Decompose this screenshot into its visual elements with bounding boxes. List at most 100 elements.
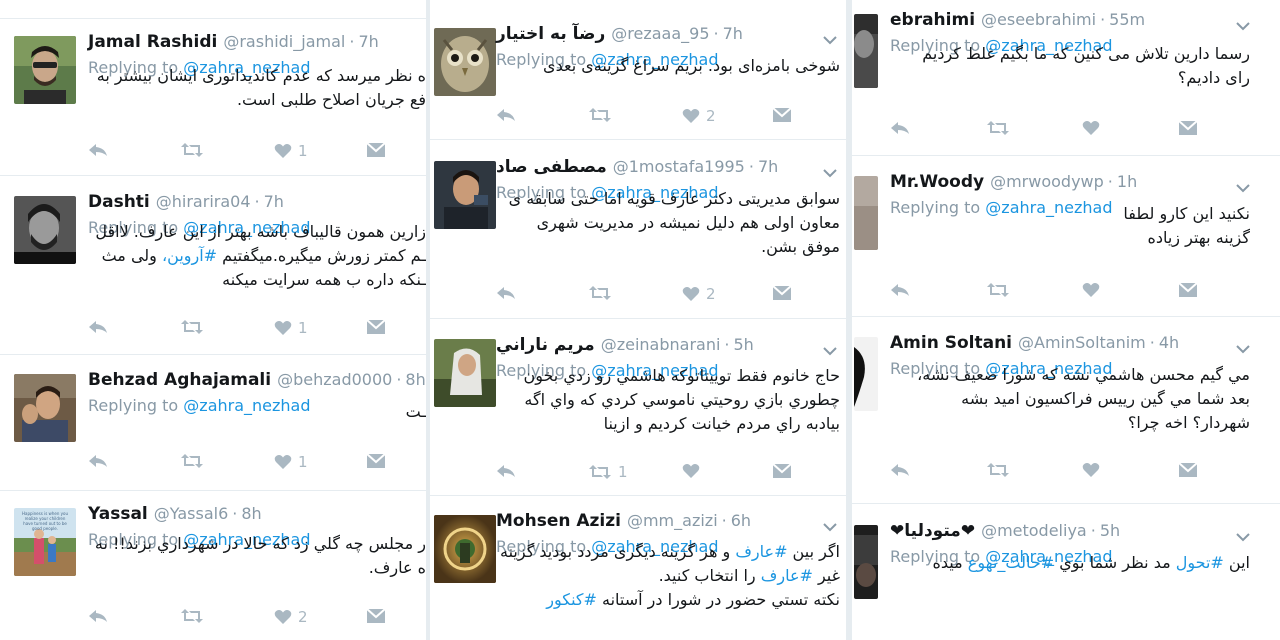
chevron-down-icon[interactable] <box>823 517 837 532</box>
tweet-card[interactable]: Behzad Aghajamali @behzad0000 · 8h Replying … <box>0 366 426 516</box>
author-name[interactable]: ebrahimi <box>890 10 975 30</box>
tweet-card[interactable]: Mr.Woody @mrwoodywp · 1h Replying to @zahra_… <box>852 168 1280 318</box>
reply-button[interactable] <box>88 319 108 335</box>
author-handle[interactable]: @metodeliya <box>981 521 1087 540</box>
chevron-down-icon[interactable] <box>1236 16 1250 31</box>
author-name[interactable]: مصطفی صاد <box>496 157 607 177</box>
avatar[interactable] <box>434 339 496 407</box>
author-name[interactable]: Yassal <box>88 504 148 524</box>
tweet-timestamp[interactable]: 5h <box>1100 521 1120 540</box>
chevron-down-icon[interactable] <box>823 163 837 178</box>
tweet-timestamp[interactable]: 1h <box>1117 172 1137 191</box>
avatar[interactable] <box>854 14 878 88</box>
author-name[interactable]: Behzad Aghajamali <box>88 370 271 390</box>
tweet-timestamp[interactable]: 5h <box>734 335 754 354</box>
chevron-down-icon[interactable] <box>1236 527 1250 542</box>
reply-button[interactable] <box>496 285 516 301</box>
author-handle[interactable]: @mm_azizi <box>627 511 718 530</box>
retweet-button[interactable] <box>180 142 204 158</box>
retweet-button[interactable] <box>986 120 1010 136</box>
author-name[interactable]: مريم ناراني <box>496 335 595 355</box>
retweet-button[interactable] <box>986 462 1010 478</box>
hashtag-link[interactable]: #کنکور <box>546 590 597 609</box>
direct-message-button[interactable] <box>772 107 792 123</box>
author-name[interactable]: رضآ به اختیار <box>496 24 605 44</box>
reply-button[interactable] <box>496 463 516 479</box>
reply-button[interactable] <box>890 120 910 136</box>
author-handle[interactable]: @1mostafa1995 <box>613 157 745 176</box>
hashtag-link[interactable]: #آروین، <box>162 246 217 265</box>
like-button[interactable] <box>682 463 700 479</box>
avatar[interactable] <box>14 374 76 442</box>
reply-button[interactable] <box>88 608 108 624</box>
like-button[interactable] <box>1082 282 1100 298</box>
author-name[interactable]: Mohsen Azizi <box>496 511 621 531</box>
author-handle[interactable]: @behzad0000 <box>277 370 392 389</box>
chevron-down-icon[interactable] <box>1236 339 1250 354</box>
avatar[interactable] <box>854 525 878 599</box>
hashtag-link[interactable]: #عارف <box>735 542 787 561</box>
avatar[interactable] <box>434 161 496 229</box>
retweet-button[interactable] <box>180 453 204 469</box>
like-button[interactable] <box>1082 462 1100 478</box>
direct-message-button[interactable] <box>366 142 386 158</box>
avatar[interactable] <box>854 337 878 411</box>
tweet-timestamp[interactable]: 4h <box>1159 333 1179 352</box>
hashtag-link[interactable]: #حالت_تهوع <box>968 553 1054 572</box>
hashtag-link[interactable]: #تحول <box>1176 553 1224 572</box>
tweet-timestamp[interactable]: 7h <box>264 192 284 211</box>
avatar[interactable] <box>854 176 878 250</box>
retweet-button[interactable] <box>180 319 204 335</box>
author-handle[interactable]: @AminSoltanim <box>1018 333 1146 352</box>
retweet-button[interactable] <box>588 107 612 123</box>
retweet-button[interactable] <box>986 282 1010 298</box>
avatar[interactable]: Happiness is when you realize your childr… <box>14 508 76 576</box>
author-handle[interactable]: @mrwoodywp <box>990 172 1104 191</box>
direct-message-button[interactable] <box>1178 462 1198 478</box>
avatar[interactable] <box>14 196 76 264</box>
author-name[interactable]: Jamal Rashidi <box>88 32 217 52</box>
author-name[interactable]: Amin Soltani <box>890 333 1012 353</box>
author-name[interactable]: Mr.Woody <box>890 172 984 192</box>
retweet-button[interactable] <box>180 608 204 624</box>
author-handle[interactable]: @zeinabnarani <box>601 335 721 354</box>
author-handle[interactable]: @hirarira04 <box>156 192 251 211</box>
direct-message-button[interactable] <box>772 285 792 301</box>
tweet-timestamp[interactable]: 7h <box>723 24 743 43</box>
reply-button[interactable] <box>890 462 910 478</box>
avatar[interactable] <box>14 36 76 104</box>
avatar[interactable] <box>434 28 496 96</box>
author-handle[interactable]: @Yassal6 <box>154 504 228 523</box>
reply-button[interactable] <box>88 142 108 158</box>
tweet-card[interactable]: ❤متودلیا❤ @metodeliya · 5h Replying to @zahr… <box>852 517 1280 640</box>
tweet-card[interactable]: مصطفی صاد @1mostafa1995 · 7h Replying to @za… <box>430 153 846 303</box>
retweet-button[interactable] <box>588 285 612 301</box>
tweet-card[interactable]: Amin Soltani @AminSoltanim · 4h Replying to … <box>852 329 1280 479</box>
like-button[interactable]: 2 <box>682 107 716 125</box>
tweet-timestamp[interactable]: 8h <box>241 504 261 523</box>
chevron-down-icon[interactable] <box>1236 178 1250 193</box>
like-button[interactable] <box>1082 120 1100 136</box>
author-handle[interactable]: @eseebrahimi <box>981 10 1096 29</box>
author-name[interactable]: ❤متودلیا❤ <box>890 521 975 541</box>
tweet-card[interactable]: ebrahimi @eseebrahimi · 55m Replying to @zah… <box>852 6 1280 156</box>
like-button[interactable]: 2 <box>274 608 308 626</box>
tweet-timestamp[interactable]: 55m <box>1109 10 1145 29</box>
like-button[interactable]: 1 <box>274 142 308 160</box>
tweet-card[interactable]: Mohsen Azizi @mm_azizi · 6h Replying to @zah… <box>430 507 846 640</box>
like-button[interactable]: 1 <box>274 453 308 471</box>
like-button[interactable]: 2 <box>682 285 716 303</box>
chevron-down-icon[interactable] <box>823 30 837 45</box>
reply-button[interactable] <box>890 282 910 298</box>
tweet-card[interactable]: Jamal Rashidi @rashidi_jamal · 7h Replying t… <box>0 28 426 178</box>
direct-message-button[interactable] <box>772 463 792 479</box>
tweet-card[interactable]: مريم ناراني @zeinabnarani · 5h Replying to @… <box>430 331 846 481</box>
hashtag-link[interactable]: #عارف <box>761 566 813 585</box>
direct-message-button[interactable] <box>366 319 386 335</box>
chevron-down-icon[interactable] <box>823 341 837 356</box>
tweet-card[interactable]: Dashti @hirarira04 · 7h Replying to @zahra_n… <box>0 188 426 338</box>
reply-button[interactable] <box>496 107 516 123</box>
direct-message-button[interactable] <box>1178 120 1198 136</box>
tweet-timestamp[interactable]: 6h <box>731 511 751 530</box>
direct-message-button[interactable] <box>1178 282 1198 298</box>
